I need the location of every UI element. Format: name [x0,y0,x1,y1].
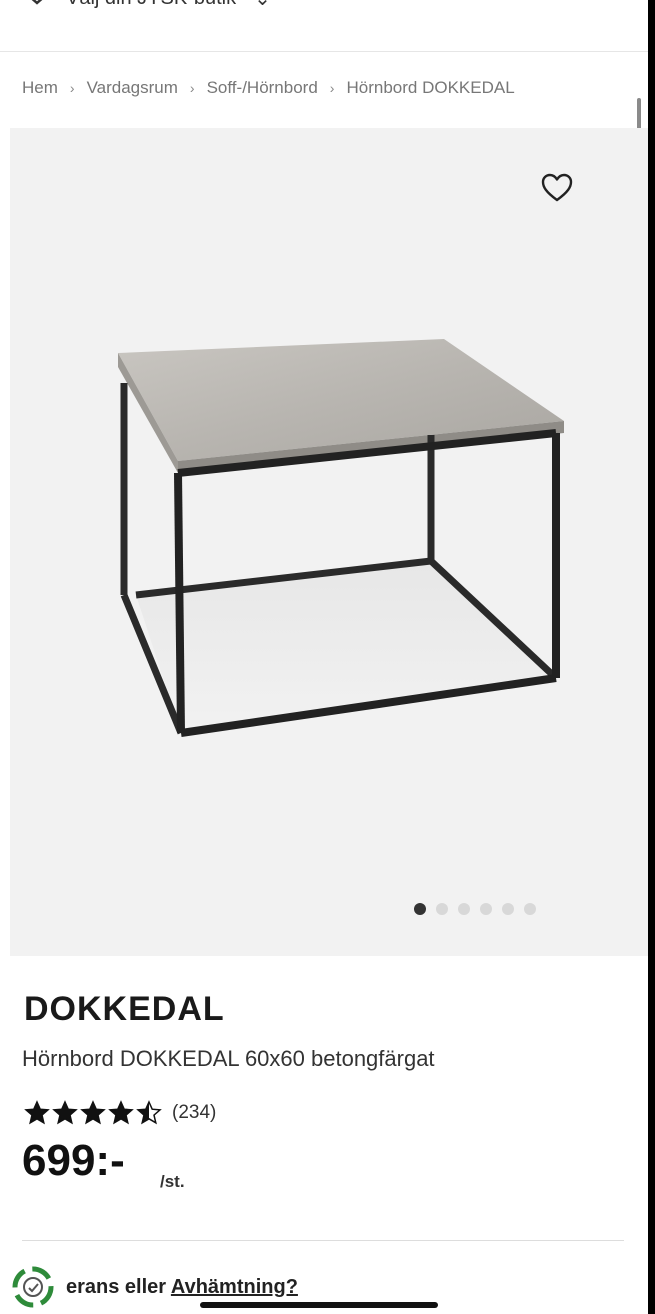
product-image-gallery[interactable] [10,128,648,956]
breadcrumb-vardagsrum[interactable]: Vardagsrum [87,78,178,98]
gallery-dot[interactable] [414,903,426,915]
store-selector-label: Välj din JYSK-butik [66,0,236,10]
pickup-link[interactable]: Avhämtning? [171,1276,298,1298]
store-selector[interactable]: Välj din JYSK-butik ⌄ [26,0,271,11]
price-unit: /st. [160,1172,185,1191]
chevron-down-icon [32,0,42,5]
product-brand: DOKKEDAL [24,990,225,1028]
rating-stars [24,1100,162,1126]
product-page: Välj din JYSK-butik ⌄ Hem › Vardagsrum ›… [0,0,648,1314]
gallery-dot[interactable] [436,903,448,915]
star-icon [136,1100,162,1125]
product-title: Hörnbord DOKKEDAL 60x60 betongfärgat [22,1046,435,1071]
star-icon [24,1100,50,1125]
breadcrumb-home[interactable]: Hem [22,78,58,98]
delivery-truck-icon [12,1266,54,1308]
product-rating[interactable]: (234) [24,1100,216,1126]
breadcrumb-separator: › [189,80,195,96]
star-icon [52,1100,78,1125]
breadcrumb-current: Hörnbord DOKKEDAL [346,78,515,97]
gallery-dot[interactable] [524,903,536,915]
gallery-dot[interactable] [502,903,514,915]
star-icon [80,1100,106,1125]
review-count[interactable]: (234) [172,1102,216,1124]
gallery-pagination[interactable] [414,903,536,915]
product-image [118,339,564,737]
breadcrumb-soffbord[interactable]: Soff-/Hörnbord [207,78,318,98]
section-divider [22,1240,624,1241]
store-selector-bar: Välj din JYSK-butik ⌄ [0,0,648,52]
star-icon [108,1100,134,1125]
home-indicator[interactable] [200,1302,438,1308]
delivery-text: erans eller Avhämtning? [66,1276,298,1299]
breadcrumb: Hem › Vardagsrum › Soff-/Hörnbord › Hörn… [22,78,515,98]
delivery-prefix: erans eller [66,1275,171,1298]
breadcrumb-separator: › [329,80,335,96]
heart-icon[interactable] [540,172,574,204]
gallery-dot[interactable] [480,903,492,915]
product-price: 699:- [22,1136,125,1185]
gallery-dot[interactable] [458,903,470,915]
store-dropdown-arrow-icon: ⌄ [254,0,271,11]
breadcrumb-separator: › [69,80,75,96]
